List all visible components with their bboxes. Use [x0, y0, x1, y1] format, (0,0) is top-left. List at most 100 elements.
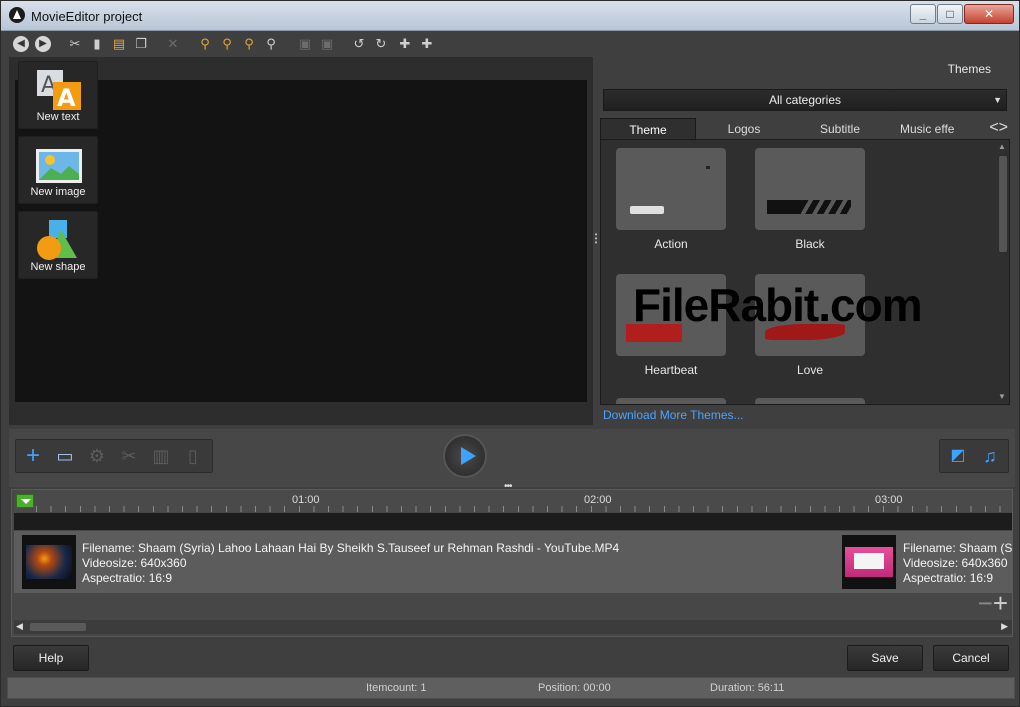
scroll-left-icon[interactable]: ◀ [16, 621, 23, 632]
edit-tools-group: + ▭ ⚙ ✂ ▥ ▯ [15, 439, 213, 473]
zoom-out-icon[interactable]: ⚲ [241, 36, 257, 52]
chevron-right-icon[interactable]: > [999, 119, 1008, 136]
remove-icon[interactable]: ✕ [165, 36, 181, 52]
timeline-zoom: −+ [978, 590, 1008, 616]
settings-icon[interactable]: ⚙ [84, 445, 110, 467]
tick-label: 03:00 [875, 494, 903, 506]
paste-icon[interactable]: ▤ [111, 36, 127, 52]
new-text-label: New text [36, 111, 80, 123]
timeline-ruler[interactable]: 01:00 02:00 03:00 [14, 490, 1012, 512]
trash-icon[interactable]: ▯ [180, 445, 206, 467]
theme-thumbnail [616, 148, 726, 230]
image-tool-icon [36, 149, 82, 183]
rotate-right-icon[interactable]: ↻ [373, 36, 389, 52]
join-icon[interactable]: ✚ [419, 36, 435, 52]
cut-clip-icon[interactable]: ✂ [116, 445, 142, 467]
copy-icon[interactable]: ❐ [133, 36, 149, 52]
video-clip[interactable]: Filename: Shaam (Syria) Lahoo Lahaan Hai… [14, 531, 824, 593]
split-icon[interactable]: ✚ [397, 36, 413, 52]
text-tool-icon: A A [37, 70, 81, 112]
download-themes-link[interactable]: Download More Themes... [603, 408, 744, 422]
play-button[interactable] [443, 434, 487, 478]
clip-info: Filename: Shaam (Syi Videosize: 640x360 … [903, 541, 1012, 586]
add-icon[interactable]: + [20, 444, 46, 468]
back-icon[interactable]: ◀ [13, 36, 29, 52]
new-text-button[interactable]: A A New text [18, 61, 98, 129]
status-bar: Itemcount: 1 Position: 00:00 Duration: 5… [7, 677, 1015, 699]
forward-icon[interactable]: ▶ [35, 36, 51, 52]
tab-subtitle[interactable]: Subtitle [792, 118, 888, 140]
cancel-button[interactable]: Cancel [933, 645, 1009, 671]
theme-name: Heartbeat [644, 363, 698, 377]
clip-thumbnail [22, 535, 76, 589]
zoom-in-icon[interactable]: ⚲ [197, 36, 213, 52]
themes-tabs: Theme Logos Subtitle Music effe <> [600, 118, 1012, 140]
category-select[interactable]: All categories ▼ [603, 89, 1007, 111]
theme-grid: Action Black Heartbeat Love ▲ ▼ [600, 139, 1010, 405]
scroll-thumb[interactable] [30, 623, 86, 631]
playback-controls: + ▭ ⚙ ✂ ▥ ▯ ◩ ♫ [9, 429, 1015, 487]
new-shape-label: New shape [30, 261, 86, 273]
zoom-in-alt-icon[interactable]: ⚲ [219, 36, 235, 52]
theme-grid-scrollbar[interactable]: ▲ ▼ [997, 142, 1007, 402]
movie-editor-window: MovieEditor project _ □ ✕ ◀ ▶ ✂ ▮ ▤ ❐ ✕ … [0, 0, 1020, 707]
watermark: FileRabit.com [633, 279, 923, 331]
theme-name: Action [654, 237, 688, 251]
tab-scroll-arrows[interactable]: <> [989, 118, 1008, 138]
minimize-button[interactable]: _ [910, 4, 936, 24]
add-media-icon[interactable]: ▭ [52, 445, 78, 467]
tab-music-effects[interactable]: Music effe [900, 118, 976, 140]
help-button[interactable]: Help [13, 645, 89, 671]
maximize-button[interactable]: □ [937, 4, 963, 24]
status-itemcount: Itemcount: 1 [366, 682, 427, 694]
theme-item[interactable] [616, 398, 726, 404]
new-shape-button[interactable]: New shape [18, 211, 98, 279]
preview-canvas[interactable] [15, 80, 587, 402]
theme-name: Love [796, 363, 824, 377]
zoom-out-icon[interactable]: − [978, 588, 993, 618]
tab-theme[interactable]: Theme [600, 118, 696, 140]
scroll-up-icon[interactable]: ▲ [997, 142, 1007, 152]
title-bar: MovieEditor project _ □ ✕ [1, 1, 1019, 31]
theme-item[interactable] [755, 398, 865, 404]
timeline-scrollbar[interactable]: ◀ ▶ [14, 620, 1012, 634]
scroll-thumb[interactable] [999, 156, 1007, 252]
clip-filename: Filename: Shaam (Syria) Lahoo Lahaan Hai… [82, 541, 620, 555]
fit-width-icon[interactable]: ▣ [319, 36, 335, 52]
delete-icon[interactable]: ▮ [89, 36, 105, 52]
theme-item[interactable]: Black [755, 148, 865, 251]
theme-item[interactable]: Action [616, 148, 726, 251]
fit-screen-icon[interactable]: ▣ [297, 36, 313, 52]
split-clip-icon[interactable]: ▥ [148, 445, 174, 467]
theme-thumbnail [755, 148, 865, 230]
clip-track: Filename: Shaam (Syria) Lahoo Lahaan Hai… [14, 531, 1012, 593]
video-track-icon[interactable]: ◩ [945, 445, 971, 467]
chevron-down-icon: ▼ [993, 95, 1002, 105]
tab-logos[interactable]: Logos [696, 118, 792, 140]
new-image-button[interactable]: New image [18, 136, 98, 204]
cut-icon[interactable]: ✂ [67, 36, 83, 52]
zoom-fit-icon[interactable]: ⚲ [263, 36, 279, 52]
rotate-left-icon[interactable]: ↺ [351, 36, 367, 52]
timeline: 01:00 02:00 03:00 Filename: Shaam (Syria… [11, 489, 1013, 637]
clip-thumbnail [842, 535, 896, 589]
scroll-down-icon[interactable]: ▼ [997, 392, 1007, 402]
close-button[interactable]: ✕ [964, 4, 1014, 24]
timeline-marker-icon[interactable] [16, 494, 34, 508]
chevron-left-icon[interactable]: < [989, 119, 998, 136]
shape-tool-icon [37, 220, 77, 260]
theme-thumbnail [755, 398, 865, 404]
theme-thumbnail [616, 398, 726, 404]
tick-label: 01:00 [292, 494, 320, 506]
clip-aspect: Aspectratio: 16:9 [903, 571, 994, 585]
clip-videosize: Videosize: 640x360 [82, 556, 187, 570]
main-toolbar: ◀ ▶ ✂ ▮ ▤ ❐ ✕ ⚲ ⚲ ⚲ ⚲ ▣ ▣ ↺ ↻ ✚ ✚ [7, 32, 1015, 56]
save-button[interactable]: Save [847, 645, 923, 671]
zoom-in-icon[interactable]: + [993, 588, 1008, 618]
theme-name: Black [795, 237, 825, 251]
scroll-right-icon[interactable]: ▶ [1001, 621, 1008, 632]
svg-text:A: A [57, 84, 76, 112]
music-icon[interactable]: ♫ [977, 445, 1003, 467]
video-clip[interactable]: Filename: Shaam (Syi Videosize: 640x360 … [834, 531, 1012, 593]
clip-info: Filename: Shaam (Syria) Lahoo Lahaan Hai… [82, 541, 619, 586]
